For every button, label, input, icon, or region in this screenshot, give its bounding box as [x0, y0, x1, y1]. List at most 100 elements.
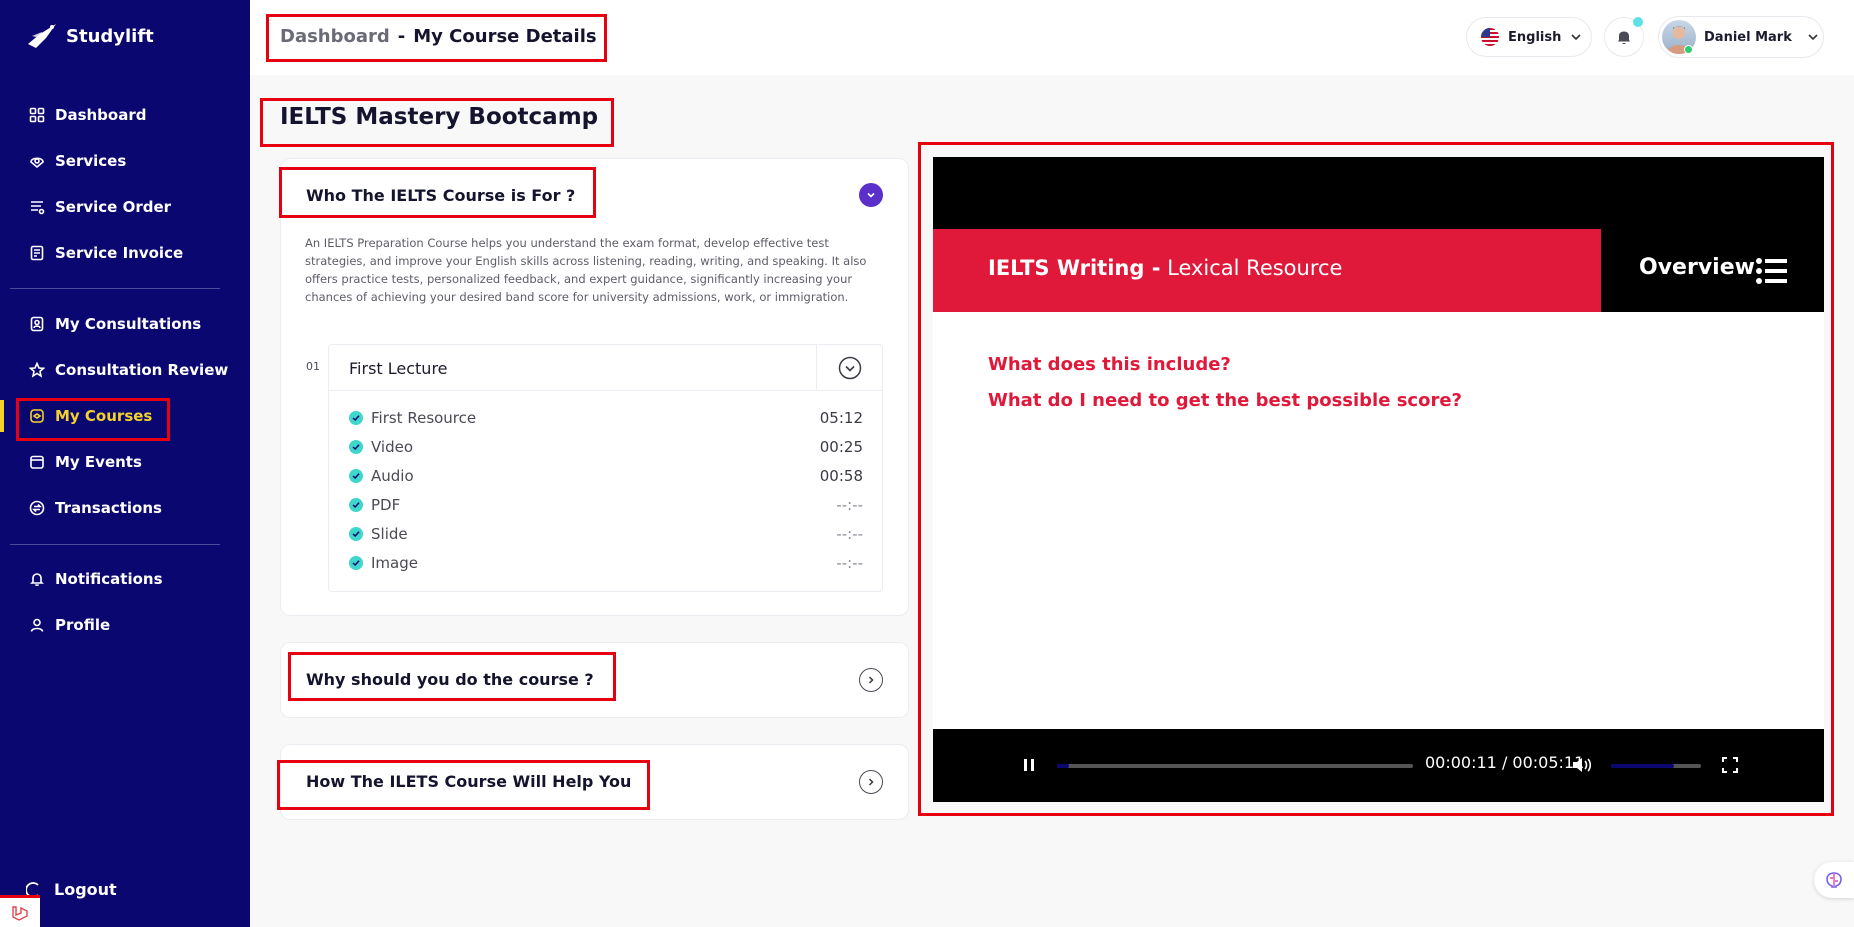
- sidebar-item-label: My Events: [55, 453, 142, 471]
- check-icon: [349, 440, 363, 454]
- lecture-panel: First Lecture First Resource 05:12 Video…: [328, 344, 883, 592]
- lecture-title: First Lecture: [349, 359, 448, 378]
- user-menu[interactable]: Daniel Mark: [1658, 16, 1824, 58]
- resource-row[interactable]: Audio 00:58: [349, 465, 863, 487]
- us-flag-icon: [1481, 28, 1499, 46]
- user-name: Daniel Mark: [1704, 29, 1792, 45]
- user-icon: [28, 616, 46, 634]
- invoice-icon: [28, 244, 46, 262]
- resource-duration: --:--: [836, 496, 863, 514]
- slide-heading-light: Lexical Resource: [1167, 256, 1343, 280]
- list-icon: [1756, 258, 1787, 284]
- resource-name: PDF: [371, 496, 401, 514]
- resource-row[interactable]: Video 00:25: [349, 436, 863, 458]
- consultations-icon: [28, 315, 46, 333]
- breadcrumb-root[interactable]: Dashboard: [280, 26, 390, 47]
- resource-row[interactable]: Slide --:--: [349, 523, 863, 545]
- slide-heading: IELTS Writing - Lexical Resource: [988, 256, 1342, 280]
- transactions-icon: [28, 499, 46, 517]
- chevron-down-icon: [1808, 34, 1818, 41]
- courses-icon: [28, 407, 46, 425]
- bell-icon: [1618, 31, 1630, 44]
- brand-logo[interactable]: Studylift: [26, 22, 154, 50]
- volume-slider[interactable]: [1611, 764, 1701, 768]
- sidebar-item-notifications[interactable]: Notifications: [0, 556, 250, 602]
- service-order-icon: [28, 198, 46, 216]
- sidebar-divider: [10, 288, 220, 289]
- resource-duration: 00:58: [819, 467, 863, 485]
- sidebar-item-transactions[interactable]: Transactions: [0, 485, 250, 531]
- slide-overview-label: Overview: [1639, 255, 1755, 280]
- sidebar-item-label: Transactions: [55, 499, 162, 517]
- sidebar-item-my-events[interactable]: My Events: [0, 439, 250, 485]
- lecture-header[interactable]: First Lecture: [329, 345, 882, 391]
- check-icon: [349, 556, 363, 570]
- nav-group-account: Notifications Profile: [0, 556, 250, 648]
- brand-name: Studylift: [66, 25, 154, 47]
- resource-duration: 00:25: [819, 438, 863, 456]
- resource-name: First Resource: [371, 409, 477, 427]
- language-label: English: [1508, 29, 1562, 45]
- slide-heading-bold: IELTS Writing -: [988, 256, 1161, 280]
- sidebar-item-profile[interactable]: Profile: [0, 602, 250, 648]
- video-controls: 00:00:11 / 00:05:11: [933, 729, 1824, 802]
- sidebar-item-label: Dashboard: [55, 106, 147, 124]
- sidebar-item-service-invoice[interactable]: Service Invoice: [0, 230, 250, 276]
- bell-icon: [28, 570, 46, 588]
- nav-group-consult: My Consultations Consultation Review My …: [0, 301, 250, 531]
- resource-row[interactable]: First Resource 05:12: [349, 407, 863, 429]
- sidebar-item-label: Profile: [55, 616, 111, 634]
- debug-toolbar-tab[interactable]: [0, 895, 40, 927]
- sidebar-item-label: Service Order: [55, 198, 172, 216]
- resource-duration: 05:12: [819, 409, 863, 427]
- chevron-down-icon: [867, 192, 875, 198]
- sidebar-item-my-consultations[interactable]: My Consultations: [0, 301, 250, 347]
- language-selector[interactable]: English: [1466, 17, 1592, 57]
- resource-name: Image: [371, 554, 418, 572]
- pause-icon[interactable]: [1022, 757, 1036, 773]
- assistant-button[interactable]: [1814, 862, 1854, 898]
- sidebar-item-services[interactable]: Services: [0, 138, 250, 184]
- sidebar-item-my-courses[interactable]: My Courses: [0, 393, 250, 439]
- accordion-toggle[interactable]: [859, 183, 883, 207]
- online-status-dot: [1684, 45, 1693, 54]
- slide-overview-block: Overview: [1601, 229, 1824, 312]
- volume-icon[interactable]: [1571, 755, 1593, 775]
- breadcrumb: Dashboard - My Course Details: [280, 26, 597, 47]
- volume-fill: [1611, 764, 1674, 768]
- brain-icon: [1826, 872, 1842, 888]
- progress-fill: [1057, 764, 1070, 768]
- accordion-toggle[interactable]: [859, 770, 883, 794]
- accordion-title[interactable]: Why should you do the course ?: [306, 670, 594, 689]
- sidebar-item-dashboard[interactable]: Dashboard: [0, 92, 250, 138]
- video-player[interactable]: IELTS Writing - Lexical Resource Overvie…: [933, 157, 1824, 802]
- slide-top-bar: [933, 157, 1824, 229]
- accordion-title[interactable]: Who The IELTS Course is For ?: [306, 186, 575, 205]
- resource-row[interactable]: Image --:--: [349, 552, 863, 574]
- section-description: An IELTS Preparation Course helps you un…: [305, 236, 867, 304]
- sidebar-item-label: Service Invoice: [55, 244, 184, 262]
- time-display: 00:00:11 / 00:05:11: [1425, 753, 1585, 772]
- sidebar-item-consultation-review[interactable]: Consultation Review: [0, 347, 250, 393]
- dashboard-icon: [28, 106, 46, 124]
- notifications-button[interactable]: [1604, 17, 1644, 57]
- resource-name: Video: [371, 438, 414, 456]
- star-icon: [28, 361, 46, 379]
- accordion-title[interactable]: How The ILETS Course Will Help You: [306, 772, 631, 791]
- lecture-number: 01: [306, 360, 320, 373]
- accordion-toggle[interactable]: [859, 668, 883, 692]
- lecture-toggle[interactable]: [816, 345, 882, 391]
- logout-label: Logout: [54, 880, 117, 899]
- fullscreen-icon[interactable]: [1722, 757, 1738, 773]
- progress-bar[interactable]: [1057, 764, 1413, 768]
- slide-question: What do I need to get the best possible …: [988, 390, 1462, 411]
- laravel-icon: [12, 905, 28, 921]
- resource-name: Audio: [371, 467, 414, 485]
- sidebar-divider: [10, 544, 220, 545]
- resource-duration: --:--: [836, 554, 863, 572]
- sidebar-item-service-order[interactable]: Service Order: [0, 184, 250, 230]
- logo-icon: [28, 24, 56, 48]
- resource-row[interactable]: PDF --:--: [349, 494, 863, 516]
- check-icon: [349, 469, 363, 483]
- chevron-down-icon: [1571, 34, 1581, 41]
